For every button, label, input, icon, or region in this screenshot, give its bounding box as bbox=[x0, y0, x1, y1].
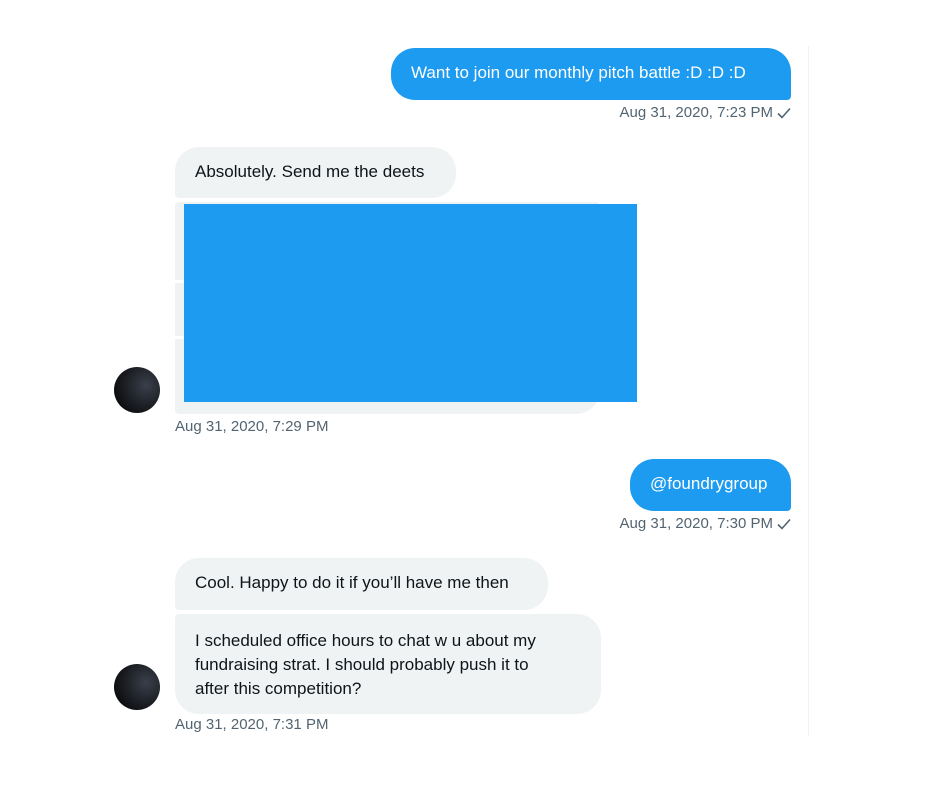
conversation-divider bbox=[808, 46, 809, 736]
message-text: Want to join our monthly pitch battle :D… bbox=[411, 63, 746, 82]
avatar[interactable] bbox=[114, 664, 160, 710]
redacted-block bbox=[184, 204, 637, 402]
incoming-message-bubble[interactable]: I scheduled office hours to chat w u abo… bbox=[175, 614, 601, 714]
outgoing-message-bubble[interactable]: @foundrygroup bbox=[630, 459, 791, 511]
message-line: after this competition? bbox=[195, 679, 362, 698]
check-icon bbox=[777, 517, 791, 534]
message-text: Absolutely. Send me the deets bbox=[195, 162, 425, 181]
message-line: I scheduled office hours to chat w u abo… bbox=[195, 631, 536, 650]
message-line: fundraising strat. I should probably pus… bbox=[195, 655, 529, 674]
incoming-message-bubble[interactable]: Absolutely. Send me the deets bbox=[175, 147, 456, 198]
avatar[interactable] bbox=[114, 367, 160, 413]
message-timestamp: Aug 31, 2020, 7:29 PM bbox=[175, 418, 329, 435]
incoming-message-bubble[interactable]: Cool. Happy to do it if you’ll have me t… bbox=[175, 558, 548, 610]
message-timestamp: Aug 31, 2020, 7:31 PM bbox=[175, 716, 329, 733]
message-timestamp: Aug 31, 2020, 7:23 PM bbox=[620, 104, 791, 123]
message-text: Cool. Happy to do it if you’ll have me t… bbox=[195, 573, 509, 592]
message-text: @foundrygroup bbox=[650, 474, 768, 493]
outgoing-message-bubble[interactable]: Want to join our monthly pitch battle :D… bbox=[391, 48, 791, 100]
check-icon bbox=[777, 106, 791, 123]
message-timestamp: Aug 31, 2020, 7:30 PM bbox=[620, 515, 791, 534]
